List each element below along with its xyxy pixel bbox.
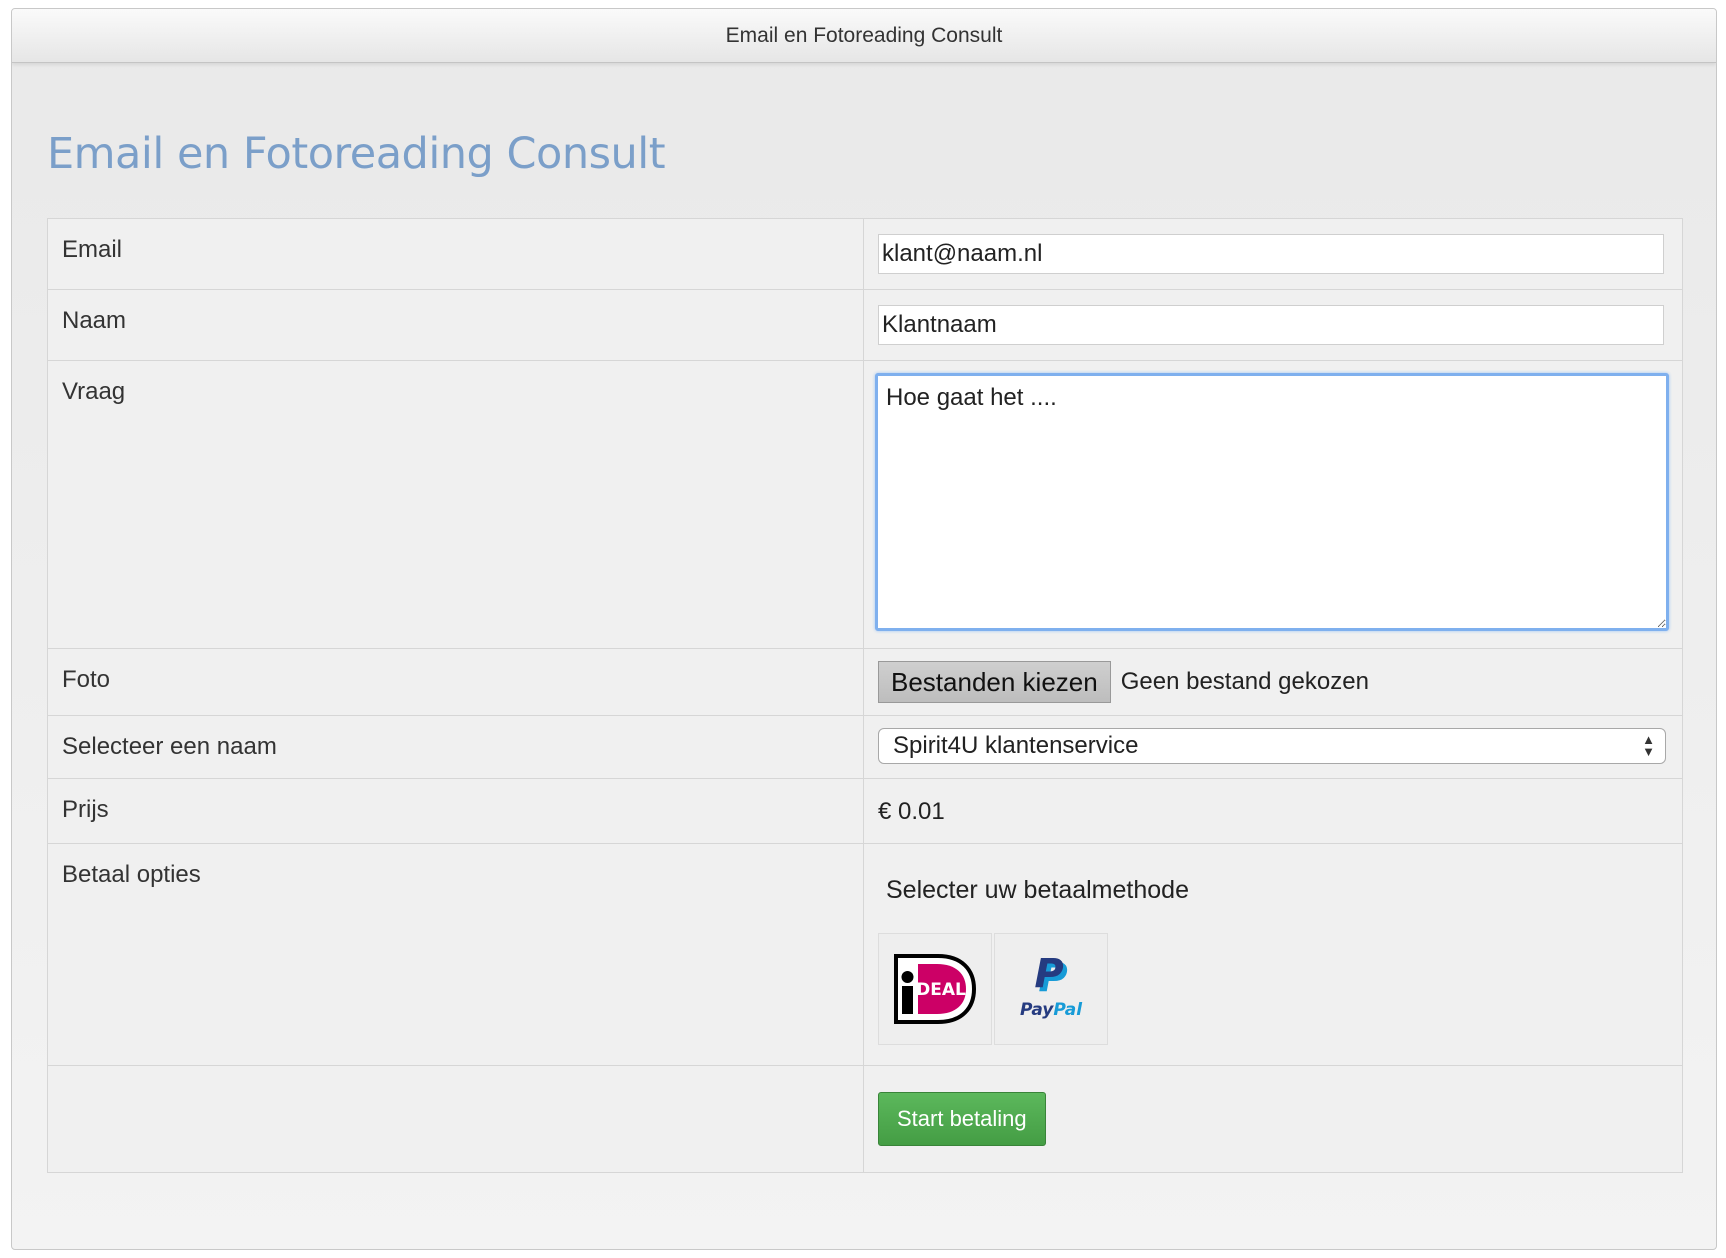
prijs-label: Prijs	[47, 778, 864, 844]
form-row-foto: Foto Bestanden kiezen Geen bestand gekoz…	[47, 648, 1683, 716]
select-arrows-icon: ▲ ▼	[1642, 732, 1655, 759]
betaal-label: Betaal opties	[47, 843, 864, 1066]
file-status: Geen bestand gekozen	[1120, 668, 1369, 695]
form-row-prijs: Prijs € 0.01	[47, 778, 1683, 844]
email-input[interactable]	[878, 234, 1664, 274]
naam-label: Naam	[47, 289, 864, 361]
form-row-submit: Start betaling	[47, 1065, 1683, 1173]
file-picker: Bestanden kiezen Geen bestand gekozen	[878, 661, 1668, 703]
form-row-selecteer: Selecteer een naam Spirit4U klantenservi…	[47, 715, 1683, 779]
vraag-label: Vraag	[47, 360, 864, 649]
window-title: Email en Fotoreading Consult	[725, 23, 1003, 47]
window-titlebar: Email en Fotoreading Consult	[12, 9, 1716, 63]
form-row-vraag: Vraag Hoe gaat het ....	[47, 360, 1683, 649]
price-value: € 0.01	[878, 798, 945, 825]
form-row-naam: Naam	[47, 289, 1683, 361]
name-select[interactable]: Spirit4U klantenservice ▲ ▼	[878, 728, 1666, 764]
email-label: Email	[47, 218, 864, 290]
app-window: Email en Fotoreading Consult Email en Fo…	[11, 8, 1717, 1250]
foto-label: Foto	[47, 648, 864, 716]
svg-text:DEAL: DEAL	[916, 980, 966, 1000]
svg-text:P: P	[1034, 951, 1063, 997]
start-payment-button[interactable]: Start betaling	[878, 1092, 1046, 1146]
form-row-betaal: Betaal opties Selecter uw betaalmethode …	[47, 843, 1683, 1066]
page-title: Email en Fotoreading Consult	[47, 129, 666, 179]
ideal-logo-icon: DEAL	[894, 954, 977, 1024]
paypal-option[interactable]: P P PayPal	[994, 933, 1108, 1045]
paypal-logo-icon: P P PayPal	[1020, 951, 1083, 1020]
vraag-textarea[interactable]: Hoe gaat het ....	[875, 373, 1669, 631]
naam-input[interactable]	[878, 305, 1664, 345]
payment-method-title: Selecter uw betaalmethode	[886, 876, 1189, 904]
form-row-email: Email	[47, 218, 1683, 290]
choose-files-button[interactable]: Bestanden kiezen	[878, 661, 1111, 703]
selecteer-label: Selecteer een naam	[47, 715, 864, 779]
svg-text:PayPal: PayPal	[1020, 1000, 1083, 1020]
consult-form: Email Naam Vraag Hoe gaat het .... Foto …	[47, 218, 1683, 1173]
ideal-option[interactable]: DEAL	[878, 933, 992, 1045]
name-select-value: Spirit4U klantenservice	[893, 732, 1139, 759]
payment-options: DEAL P P PayPal	[878, 933, 1668, 1045]
